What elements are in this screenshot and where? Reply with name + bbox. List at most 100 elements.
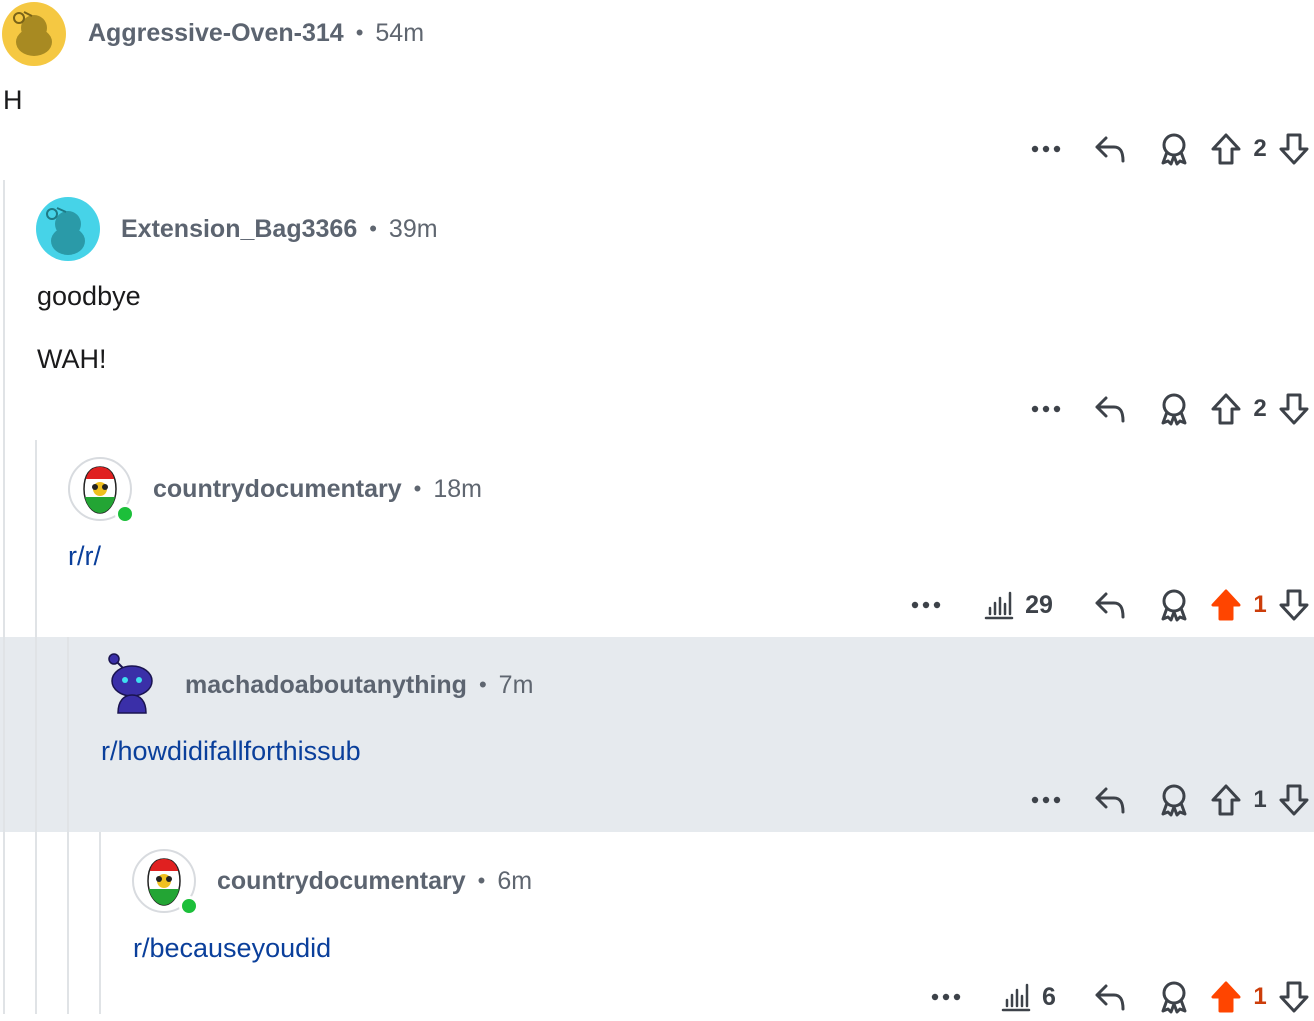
- award-ribbon-icon: [1161, 981, 1187, 1014]
- upvote-arrow-icon: [1211, 981, 1241, 1013]
- comment-3: countrydocumentary • 18m r/r/ 29 1: [0, 450, 1314, 636]
- downvote-button[interactable]: [1274, 980, 1314, 1014]
- more-dots-icon: [1031, 145, 1061, 153]
- downvote-arrow-icon: [1279, 133, 1309, 165]
- vote-score: 2: [1253, 135, 1267, 162]
- more-button[interactable]: [894, 601, 958, 609]
- comment-body-line: goodbye: [37, 281, 141, 311]
- downvote-button[interactable]: [1274, 783, 1314, 817]
- bar-chart-icon: [1001, 983, 1031, 1012]
- comment-body-line: WAH!: [37, 344, 107, 374]
- award-ribbon-icon: [1161, 393, 1187, 426]
- comment-body-line: H: [3, 85, 23, 115]
- more-button[interactable]: [1014, 405, 1078, 413]
- thread-line[interactable]: [3, 637, 5, 832]
- separator: •: [477, 868, 486, 893]
- downvote-arrow-icon: [1279, 393, 1309, 425]
- snoo-avatar-icon: [2, 2, 66, 66]
- comment-2: Extension_Bag3366 • 39m goodbye WAH! 2: [0, 190, 1314, 436]
- subreddit-link[interactable]: r/howdidifallforthissub: [101, 735, 361, 767]
- comment-actions: 2: [1014, 125, 1314, 173]
- downvote-arrow-icon: [1279, 981, 1309, 1013]
- more-dots-icon: [1031, 405, 1061, 413]
- reply-arrow-icon: [1095, 984, 1125, 1011]
- award-ribbon-icon: [1161, 784, 1187, 817]
- comment-meta: Extension_Bag3366 • 39m: [121, 197, 438, 261]
- reply-button[interactable]: [1078, 785, 1142, 815]
- snoo-avatar-icon: [108, 653, 153, 714]
- reply-button[interactable]: [1078, 394, 1142, 424]
- view-count: 29: [1025, 590, 1053, 619]
- username[interactable]: countrydocumentary: [153, 475, 402, 504]
- award-button[interactable]: [1142, 132, 1206, 166]
- more-dots-icon: [911, 601, 941, 609]
- reply-arrow-icon: [1095, 136, 1125, 163]
- comment-actions: 29 1: [894, 581, 1314, 629]
- bar-chart-icon: [984, 591, 1014, 620]
- avatar[interactable]: [100, 651, 164, 715]
- upvote-arrow-icon: [1211, 784, 1241, 816]
- comment-1: Aggressive-Oven-314 • 54m H 2: [0, 0, 1314, 180]
- vote-score: 1: [1253, 983, 1267, 1010]
- timestamp: 18m: [433, 474, 483, 503]
- award-button[interactable]: [1142, 392, 1206, 426]
- award-button[interactable]: [1142, 588, 1206, 622]
- award-ribbon-icon: [1161, 589, 1187, 622]
- downvote-button[interactable]: [1274, 132, 1314, 166]
- reply-arrow-icon: [1095, 592, 1125, 619]
- comment-meta: countrydocumentary • 18m: [153, 457, 482, 521]
- username[interactable]: Aggressive-Oven-314: [88, 19, 344, 48]
- upvote-button[interactable]: [1206, 392, 1246, 426]
- comment-actions: 2: [1014, 385, 1314, 433]
- subreddit-link[interactable]: r/becauseyoudid: [133, 932, 331, 964]
- vote-score: 1: [1253, 591, 1267, 618]
- timestamp: 39m: [388, 214, 438, 243]
- separator: •: [369, 216, 377, 241]
- timestamp: 54m: [375, 18, 425, 47]
- thread-line[interactable]: [35, 637, 37, 832]
- downvote-button[interactable]: [1274, 588, 1314, 622]
- views-button[interactable]: 29: [958, 590, 1078, 620]
- upvote-button-active[interactable]: [1206, 588, 1246, 622]
- more-button[interactable]: [914, 993, 978, 1001]
- upvote-button-active[interactable]: [1206, 980, 1246, 1014]
- username[interactable]: countrydocumentary: [217, 867, 466, 896]
- reply-button[interactable]: [1078, 982, 1142, 1012]
- upvote-arrow-icon: [1211, 589, 1241, 621]
- comment-meta: machadoaboutanything • 7m: [185, 653, 533, 717]
- upvote-button[interactable]: [1206, 783, 1246, 817]
- downvote-arrow-icon: [1279, 784, 1309, 816]
- more-dots-icon: [1031, 796, 1061, 804]
- view-count: 6: [1042, 982, 1056, 1011]
- more-button[interactable]: [1014, 145, 1078, 153]
- timestamp: 7m: [498, 670, 534, 699]
- vote-score: 1: [1253, 786, 1267, 813]
- separator: •: [478, 672, 487, 697]
- views-button[interactable]: 6: [978, 982, 1078, 1012]
- comment-meta: countrydocumentary • 6m: [217, 849, 532, 913]
- award-button[interactable]: [1142, 783, 1206, 817]
- username[interactable]: machadoaboutanything: [185, 671, 467, 700]
- avatar[interactable]: [2, 2, 66, 66]
- separator: •: [413, 476, 422, 501]
- award-button[interactable]: [1142, 980, 1206, 1014]
- timestamp: 6m: [497, 866, 533, 895]
- upvote-button[interactable]: [1206, 132, 1246, 166]
- snoo-avatar-icon: [36, 197, 100, 261]
- more-button[interactable]: [1014, 796, 1078, 804]
- comment-meta: Aggressive-Oven-314 • 54m: [88, 1, 424, 65]
- avatar[interactable]: [36, 197, 100, 261]
- reply-arrow-icon: [1095, 396, 1125, 423]
- downvote-button[interactable]: [1274, 392, 1314, 426]
- upvote-arrow-icon: [1211, 393, 1241, 425]
- separator: •: [355, 20, 364, 45]
- username[interactable]: Extension_Bag3366: [121, 215, 357, 244]
- vote-score: 2: [1253, 395, 1267, 422]
- comment-5: countrydocumentary • 6m r/becauseyoudid …: [0, 842, 1314, 1014]
- upvote-arrow-icon: [1211, 133, 1241, 165]
- more-dots-icon: [931, 993, 961, 1001]
- reply-button[interactable]: [1078, 134, 1142, 164]
- reply-button[interactable]: [1078, 590, 1142, 620]
- comment-actions: 1: [1014, 776, 1314, 824]
- subreddit-link[interactable]: r/r/: [68, 540, 101, 572]
